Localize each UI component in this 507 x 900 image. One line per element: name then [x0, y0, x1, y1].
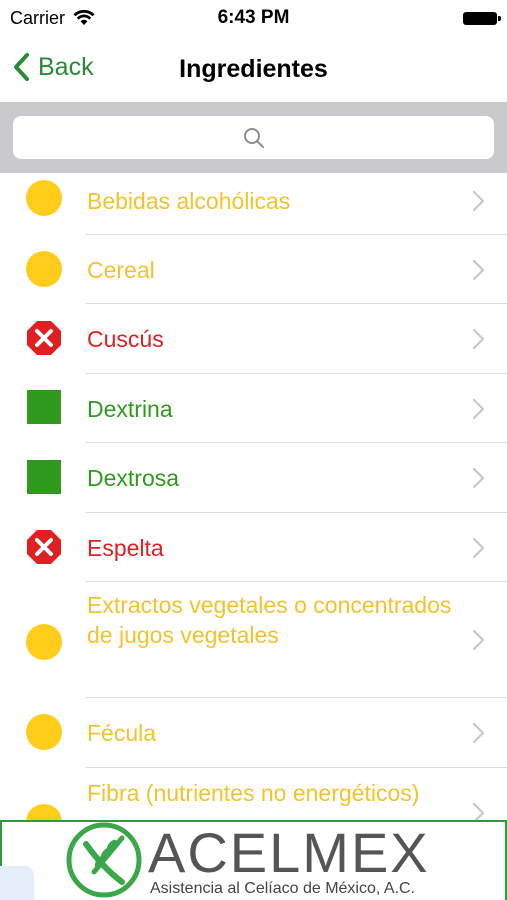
- list-item[interactable]: Cuscús: [0, 304, 507, 374]
- list-item[interactable]: Fibra (nutrientes no energéticos): [0, 768, 507, 820]
- chevron-right-icon: [472, 629, 485, 651]
- status-time: 6:43 PM: [217, 7, 290, 28]
- acelmex-banner[interactable]: ACELMEX Asistencia al Celíaco de México,…: [0, 820, 507, 900]
- banner-title: ACELMEX: [148, 821, 430, 884]
- chevron-right-icon: [472, 328, 485, 350]
- yellow-circle-icon: [26, 251, 62, 287]
- yellow-circle-icon: [26, 714, 62, 750]
- list-item-label: Cereal: [87, 257, 155, 283]
- red-octagon-x-icon: [27, 530, 61, 564]
- list-item-label: Fibra (nutrientes no energéticos): [87, 780, 420, 806]
- list-item-label: Dextrina: [87, 396, 173, 422]
- chevron-right-icon: [472, 722, 485, 744]
- list-item-label: Fécula: [87, 720, 157, 746]
- list-item[interactable]: Cereal: [0, 235, 507, 304]
- list-item[interactable]: Fécula: [0, 698, 507, 768]
- red-octagon-x-icon: [27, 321, 61, 355]
- chevron-right-icon: [472, 190, 485, 212]
- chevron-right-icon: [472, 467, 485, 489]
- chevron-right-icon: [472, 259, 485, 280]
- navigation-bar: Back Ingredientes: [0, 36, 507, 103]
- list-item[interactable]: Dextrina: [0, 374, 507, 443]
- chevron-right-icon: [472, 537, 485, 558]
- list-item[interactable]: Dextrosa: [0, 443, 507, 513]
- chevron-right-icon: [472, 802, 485, 820]
- list-item-label: Cuscús: [87, 326, 164, 352]
- search-input[interactable]: [13, 116, 494, 159]
- ingredient-list: Bebidas alcohólicas Cereal Cuscús Dextrina D…: [0, 173, 507, 820]
- yellow-circle-icon: [26, 624, 62, 660]
- page-title: Ingredientes: [179, 55, 328, 83]
- banner-subtitle: Asistencia al Celíaco de México, A.C.: [150, 880, 416, 897]
- list-item-label: Extractos vegetales o concentrados de ju…: [87, 592, 452, 648]
- ad-info-icon[interactable]: [0, 866, 34, 900]
- search-bar: [0, 103, 507, 173]
- list-item-label: Dextrosa: [87, 465, 180, 491]
- list-item[interactable]: Espelta: [0, 513, 507, 582]
- list-item-label: Bebidas alcohólicas: [87, 188, 291, 214]
- status-bar: Carrier 6:43 PM: [0, 0, 507, 36]
- list-item-label: Espelta: [87, 535, 164, 561]
- yellow-circle-icon: [26, 804, 62, 820]
- yellow-circle-icon: [26, 180, 62, 216]
- list-item[interactable]: Bebidas alcohólicas: [0, 173, 507, 235]
- green-square-icon: [27, 390, 61, 424]
- green-square-icon: [27, 460, 61, 494]
- chevron-right-icon: [472, 398, 485, 419]
- list-item[interactable]: Extractos vegetales o concentrados de ju…: [0, 582, 507, 698]
- battery-icon: [463, 12, 501, 25]
- acelmex-logo: [66, 822, 142, 898]
- search-icon: [243, 127, 264, 148]
